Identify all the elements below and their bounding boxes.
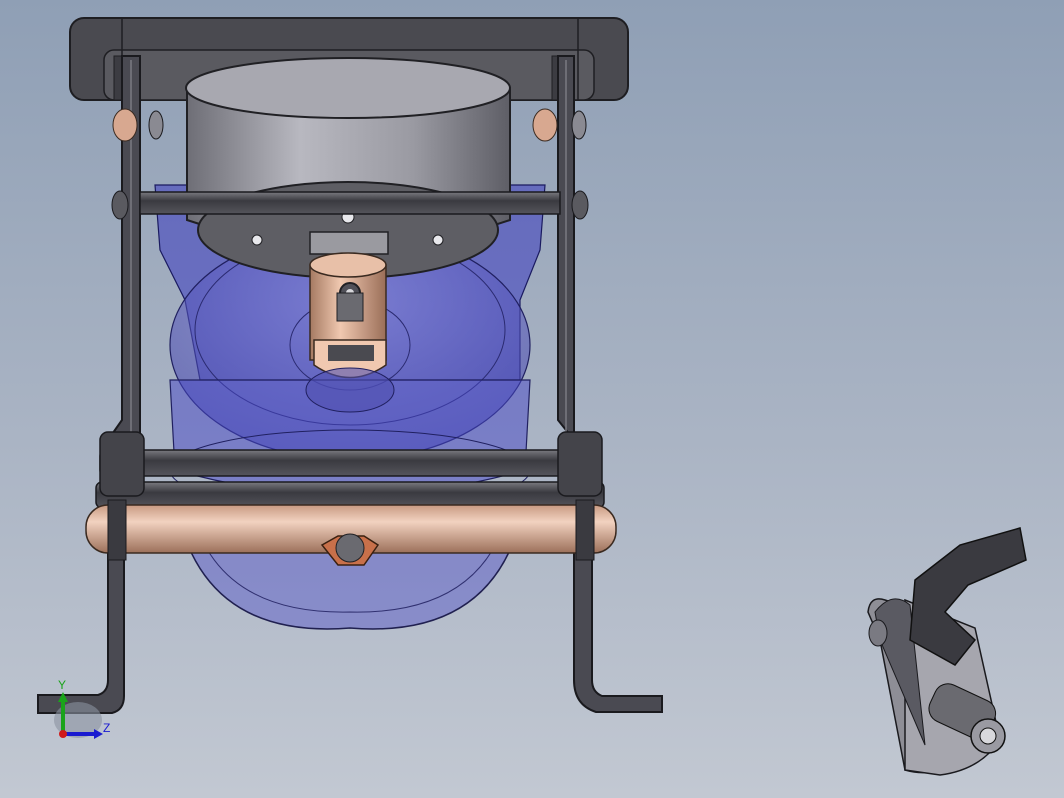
- right-side-bracket: [532, 55, 663, 713]
- y-axis-label: Y: [58, 678, 67, 692]
- x-axis-point: [59, 730, 67, 738]
- z-axis-label: Z: [103, 721, 111, 735]
- model-canvas[interactable]: [0, 0, 1064, 798]
- cad-graphics-viewport[interactable]: Y Z: [0, 0, 1064, 798]
- upper-cross-rod: [139, 191, 561, 215]
- bronze-shaft: [305, 252, 395, 413]
- right-axle-collar: [575, 499, 595, 561]
- left-side-bracket: [37, 55, 164, 714]
- left-axle-collar: [107, 499, 127, 561]
- upper-cylinder: [185, 57, 511, 279]
- isometric-preview-icon: [867, 527, 1027, 776]
